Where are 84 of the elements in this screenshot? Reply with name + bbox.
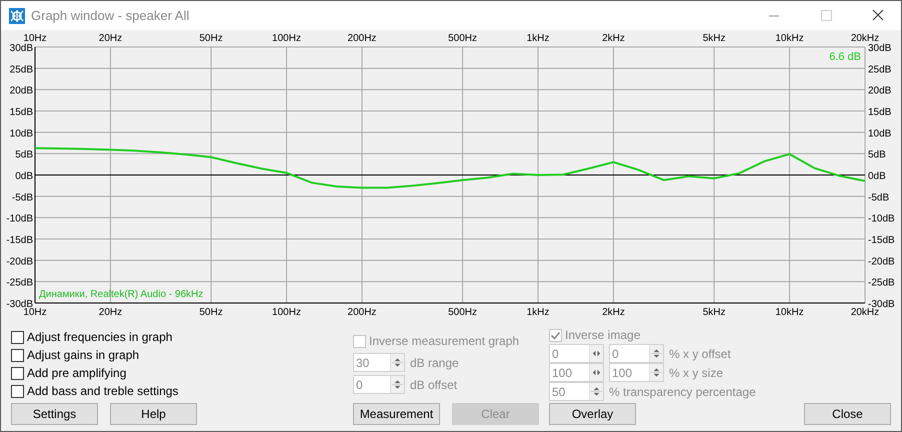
axis-label: 2kHz [602, 33, 625, 44]
axis-label: 15dB [868, 107, 892, 118]
axis-label: -25dB [6, 278, 33, 289]
axis-label: -10dB [6, 214, 33, 225]
checkbox[interactable] [11, 330, 24, 344]
axis-label: 25dB [10, 64, 33, 76]
checkbox[interactable] [11, 348, 24, 362]
axis-label: 200Hz [348, 307, 376, 318]
axis-label: 200Hz [348, 33, 376, 44]
axis-label: 50Hz [199, 307, 223, 318]
number-field[interactable]: 50 [549, 382, 604, 401]
field-label: % x y offset [669, 346, 731, 360]
number-field[interactable]: 0 [353, 375, 405, 394]
field-label: % transparency percentage [609, 384, 756, 398]
axis-label: -10dB [868, 214, 895, 225]
axis-label: 0dB [15, 171, 33, 182]
axis-label: 10Hz [23, 307, 47, 318]
axis-label: -25dB [868, 278, 895, 289]
field-label: % x y size [669, 366, 724, 380]
number-field[interactable]: 30 [353, 353, 405, 372]
button[interactable]: Settings [11, 403, 98, 425]
axis-label: 20kHz [850, 307, 880, 318]
axis-label: -20dB [6, 256, 33, 268]
axis-label: 10Hz [23, 33, 47, 44]
axis-label: -5dB [12, 192, 33, 204]
checkbox-label: Inverse measurement graph [369, 334, 520, 348]
axis-label: 5kHz [702, 307, 726, 318]
axis-label: 20dB [10, 86, 33, 97]
axis-label: 1kHz [526, 33, 550, 44]
spinner-arrows-icon[interactable] [589, 364, 603, 381]
spinner-arrows-icon[interactable] [649, 364, 663, 381]
axis-label: 2kHz [602, 307, 625, 318]
axis-label: 30dB [10, 43, 33, 54]
axis-label: 20Hz [98, 307, 122, 318]
spinner-arrows-icon[interactable] [390, 376, 404, 393]
axis-label: 5dB [868, 150, 886, 161]
checkbox[interactable] [11, 366, 24, 380]
number-field[interactable]: 100 [549, 363, 604, 382]
axis-label: 10kHz [775, 307, 804, 318]
axis-label: 500Hz [448, 33, 478, 44]
app-icon [9, 8, 25, 24]
axis-label: 5dB [15, 150, 33, 161]
axis-label: 1kHz [526, 307, 550, 318]
number-field[interactable]: 0 [609, 344, 664, 363]
checkbox-label: Inverse image [565, 328, 640, 342]
spinner-arrows-icon[interactable] [589, 383, 603, 400]
spinner-arrows-icon[interactable] [390, 354, 404, 371]
checkbox-label: Add pre amplifying [27, 366, 126, 380]
level-reading: 6.6 dB [829, 51, 861, 63]
axis-label: 20dB [868, 86, 892, 97]
axis-label: 100Hz [272, 307, 301, 318]
axis-label: -15dB [6, 235, 33, 246]
axis-label: 5kHz [702, 33, 726, 44]
axis-label: 10dB [10, 128, 33, 140]
axis-label: 500Hz [448, 307, 478, 318]
window-title: Graph window - speaker All [31, 8, 190, 23]
axis-label: -15dB [868, 235, 895, 246]
axis-label: 0dB [868, 171, 886, 182]
checkbox-label: Add bass and treble settings [27, 384, 178, 398]
field-label: dB offset [410, 378, 458, 392]
axis-label: 25dB [868, 64, 892, 76]
axis-label: 30dB [868, 43, 892, 54]
number-field[interactable]: 100 [609, 363, 664, 382]
axis-label: -20dB [868, 256, 895, 268]
axis-label: 20Hz [98, 33, 122, 44]
axis-label: 10kHz [775, 33, 804, 44]
axis-label: 15dB [10, 107, 33, 118]
checkbox[interactable] [11, 384, 24, 398]
number-field[interactable]: 0 [549, 344, 604, 363]
button[interactable]: Overlay [549, 403, 636, 425]
field-label: dB range [410, 356, 459, 370]
axis-label: 50Hz [199, 33, 223, 44]
checkbox-label: Adjust frequencies in graph [27, 330, 172, 344]
axis-label: 10dB [868, 128, 892, 140]
checkbox-label: Adjust gains in graph [27, 348, 140, 362]
device-label: Динамики, Realtek(R) Audio - 96kHz [39, 289, 204, 300]
button[interactable]: Measurement [353, 403, 440, 425]
axis-label: 100Hz [272, 33, 301, 44]
axis-label: -5dB [868, 192, 890, 204]
spinner-arrows-icon[interactable] [589, 345, 603, 362]
button[interactable]: Help [110, 403, 197, 425]
button[interactable]: Close [804, 403, 891, 425]
axis-label: 20kHz [850, 33, 880, 44]
spinner-arrows-icon[interactable] [649, 345, 663, 362]
